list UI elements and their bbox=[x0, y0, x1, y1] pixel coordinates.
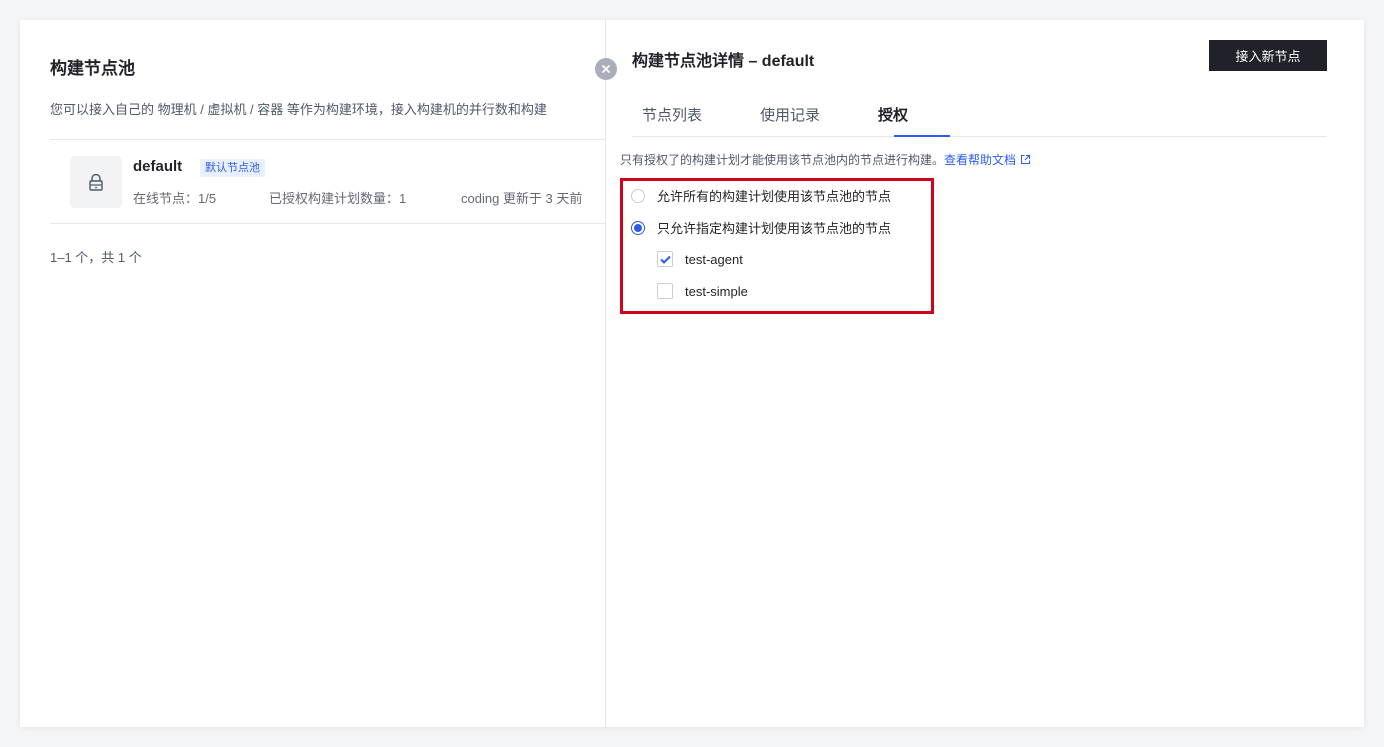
divider bbox=[50, 223, 606, 224]
authorized-plans-count: 已授权构建计划数量：1 bbox=[269, 191, 407, 206]
node-pool-list-pane: 构建节点池 您可以接入自己的 物理机 / 虚拟机 / 容器 等作为构建环境，接入… bbox=[20, 20, 606, 727]
help-doc-link[interactable]: 查看帮助文档 bbox=[944, 153, 1016, 167]
active-tab-indicator bbox=[894, 135, 950, 137]
app-window: 构建节点池 您可以接入自己的 物理机 / 虚拟机 / 容器 等作为构建环境，接入… bbox=[20, 20, 1364, 727]
allow-specific-option[interactable]: 只允许指定构建计划使用该节点池的节点 bbox=[631, 218, 891, 237]
allow-specific-label: 只允许指定构建计划使用该节点池的节点 bbox=[657, 221, 892, 236]
close-drawer-button[interactable] bbox=[595, 58, 617, 80]
plan-test-agent[interactable]: test-agent bbox=[657, 251, 743, 267]
node-pool-detail-drawer: 构建节点池详情 – default 接入新节点 节点列表 使用记录 授权 只有授… bbox=[605, 20, 1364, 727]
authorization-note-text: 只有授权了的构建计划才能使用该节点池内的节点进行构建。 bbox=[620, 153, 945, 167]
tab-usage-records[interactable]: 使用记录 bbox=[760, 104, 820, 125]
plan-label: test-agent bbox=[685, 251, 743, 267]
external-link-icon bbox=[1021, 155, 1031, 164]
online-nodes: 在线节点：1/5 bbox=[133, 191, 217, 206]
plan-test-simple[interactable]: test-simple bbox=[657, 283, 748, 299]
divider bbox=[50, 139, 606, 140]
default-pool-badge: 默认节点池 bbox=[200, 159, 265, 177]
tab-authorization[interactable]: 授权 bbox=[878, 104, 908, 125]
updated-info: coding 更新于 3 天前 bbox=[461, 191, 583, 206]
allow-all-label: 允许所有的构建计划使用该节点池的节点 bbox=[657, 189, 892, 204]
plan-checkbox[interactable] bbox=[657, 283, 673, 299]
close-icon bbox=[602, 65, 610, 73]
tab-node-list[interactable]: 节点列表 bbox=[642, 104, 702, 125]
pagination-summary: 1–1 个，共 1 个 bbox=[50, 250, 142, 265]
authorization-note: 只有授权了的构建计划才能使用该节点池内的节点进行构建。查看帮助文档 bbox=[620, 151, 1031, 168]
page-title: 构建节点池 bbox=[50, 59, 135, 78]
page-description: 您可以接入自己的 物理机 / 虚拟机 / 容器 等作为构建环境，接入构建机的并行… bbox=[50, 102, 547, 117]
allow-all-option[interactable]: 允许所有的构建计划使用该节点池的节点 bbox=[631, 186, 891, 205]
lock-icon bbox=[70, 156, 122, 208]
plan-checkbox-checked[interactable] bbox=[657, 251, 673, 267]
allow-specific-radio[interactable] bbox=[631, 220, 645, 235]
check-icon bbox=[659, 255, 671, 264]
detail-tabs: 节点列表 使用记录 授权 bbox=[632, 90, 1327, 137]
pool-name[interactable]: default bbox=[133, 158, 182, 175]
join-new-node-button[interactable]: 接入新节点 bbox=[1209, 40, 1327, 71]
plan-label: test-simple bbox=[685, 283, 748, 299]
drawer-title: 构建节点池详情 – default bbox=[632, 53, 815, 70]
allow-all-radio[interactable] bbox=[631, 188, 645, 203]
